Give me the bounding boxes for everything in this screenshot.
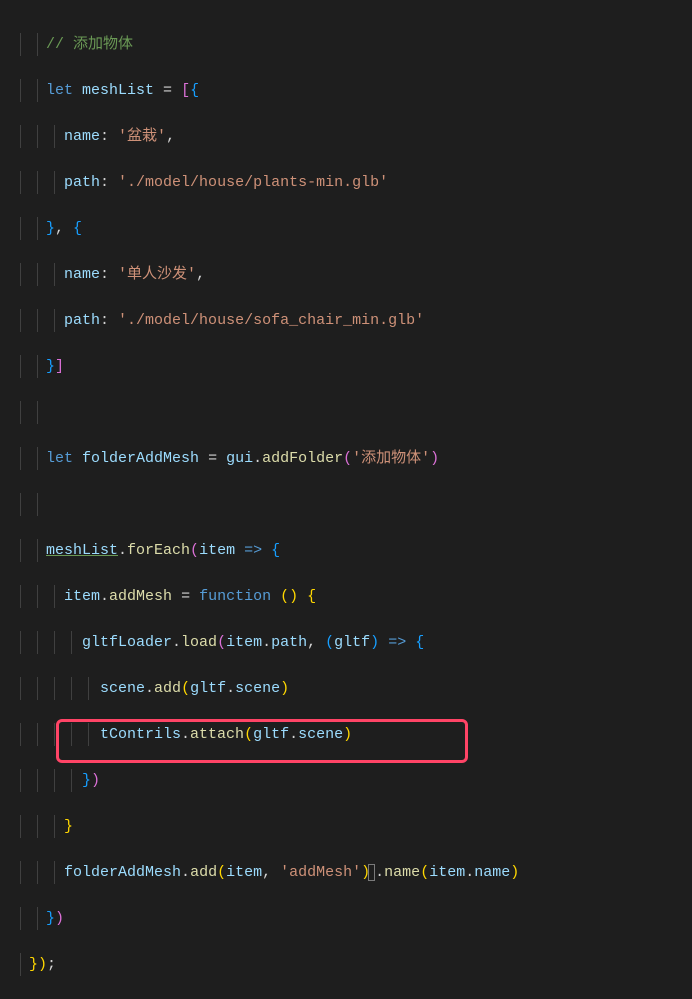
code-line: let meshList = [{ xyxy=(0,79,692,102)
code-line: gltfLoader.load(item.path, (gltf) => { xyxy=(0,631,692,654)
code-line: }) xyxy=(0,907,692,930)
code-line: }); xyxy=(0,953,692,976)
code-line: meshList.forEach(item => { xyxy=(0,539,692,562)
code-line: item.addMesh = function () { xyxy=(0,585,692,608)
code-line xyxy=(0,401,692,424)
code-line: // 添加物体 xyxy=(0,33,692,56)
code-line: }) xyxy=(0,769,692,792)
code-line: path: './model/house/plants-min.glb' xyxy=(0,171,692,194)
code-line: }, { xyxy=(0,217,692,240)
code-line xyxy=(0,493,692,516)
code-editor[interactable]: // 添加物体 let meshList = [{ name: '盆栽', pa… xyxy=(0,10,692,999)
code-line: name: '盆栽', xyxy=(0,125,692,148)
code-line: name: '单人沙发', xyxy=(0,263,692,286)
code-line: scene.add(gltf.scene) xyxy=(0,677,692,700)
code-line: folderAddMesh.add(item, 'addMesh').name(… xyxy=(0,861,692,884)
code-line: } xyxy=(0,815,692,838)
code-line: tContrils.attach(gltf.scene) xyxy=(0,723,692,746)
comment: // 添加物体 xyxy=(46,36,133,53)
code-line: path: './model/house/sofa_chair_min.glb' xyxy=(0,309,692,332)
cursor xyxy=(368,864,375,881)
code-line: }] xyxy=(0,355,692,378)
code-line: let folderAddMesh = gui.addFolder('添加物体'… xyxy=(0,447,692,470)
